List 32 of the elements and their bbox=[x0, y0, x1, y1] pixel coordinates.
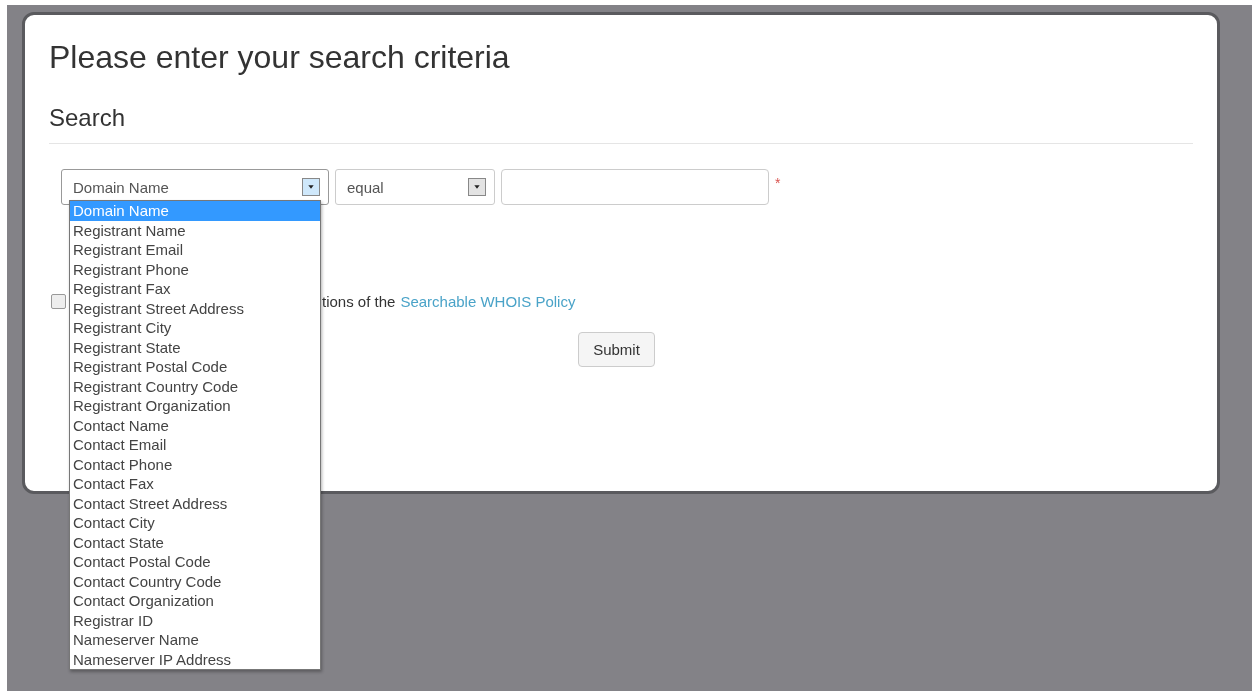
dropdown-option[interactable]: Contact Postal Code bbox=[70, 552, 320, 572]
agreement-label: tions of the bbox=[322, 293, 396, 310]
dropdown-option[interactable]: Registrant Fax bbox=[70, 279, 320, 299]
dropdown-option[interactable]: Contact City bbox=[70, 513, 320, 533]
dropdown-option[interactable]: Registrant City bbox=[70, 318, 320, 338]
dropdown-option[interactable]: Registrant Phone bbox=[70, 259, 320, 279]
dropdown-option[interactable]: Contact Phone bbox=[70, 454, 320, 474]
submit-button[interactable]: Submit bbox=[578, 332, 655, 367]
search-input[interactable] bbox=[501, 169, 769, 205]
dropdown-option[interactable]: Registrant Country Code bbox=[70, 376, 320, 396]
dropdown-option[interactable]: Registrant State bbox=[70, 337, 320, 357]
dropdown-option[interactable]: Registrant Postal Code bbox=[70, 357, 320, 377]
dropdown-option[interactable]: Contact Fax bbox=[70, 474, 320, 494]
dropdown-option[interactable]: Registrant Organization bbox=[70, 396, 320, 416]
dropdown-option[interactable]: Registrant Street Address bbox=[70, 298, 320, 318]
dropdown-option[interactable]: Contact Email bbox=[70, 435, 320, 455]
dropdown-option[interactable]: Contact Country Code bbox=[70, 571, 320, 591]
dropdown-option[interactable]: Registrant Email bbox=[70, 240, 320, 260]
dropdown-option[interactable]: Registrant Name bbox=[70, 220, 320, 240]
required-mark: * bbox=[775, 175, 781, 191]
agreement-checkbox[interactable] bbox=[51, 294, 66, 309]
page-heading: Please enter your search criteria bbox=[49, 38, 511, 77]
dropdown-option[interactable]: Nameserver Name bbox=[70, 630, 320, 650]
dropdown-option[interactable]: Nameserver IP Address bbox=[70, 649, 320, 669]
operator-select[interactable]: equal bbox=[335, 169, 495, 205]
dropdown-option[interactable]: Contact Organization bbox=[70, 591, 320, 611]
dropdown-option[interactable]: Contact Street Address bbox=[70, 493, 320, 513]
dropdown-option[interactable]: Contact State bbox=[70, 532, 320, 552]
dropdown-option[interactable]: Registrar ID bbox=[70, 610, 320, 630]
section-heading: Search bbox=[49, 103, 1193, 144]
dropdown-option[interactable]: Contact Name bbox=[70, 415, 320, 435]
field-select[interactable]: Domain Name bbox=[61, 169, 329, 205]
